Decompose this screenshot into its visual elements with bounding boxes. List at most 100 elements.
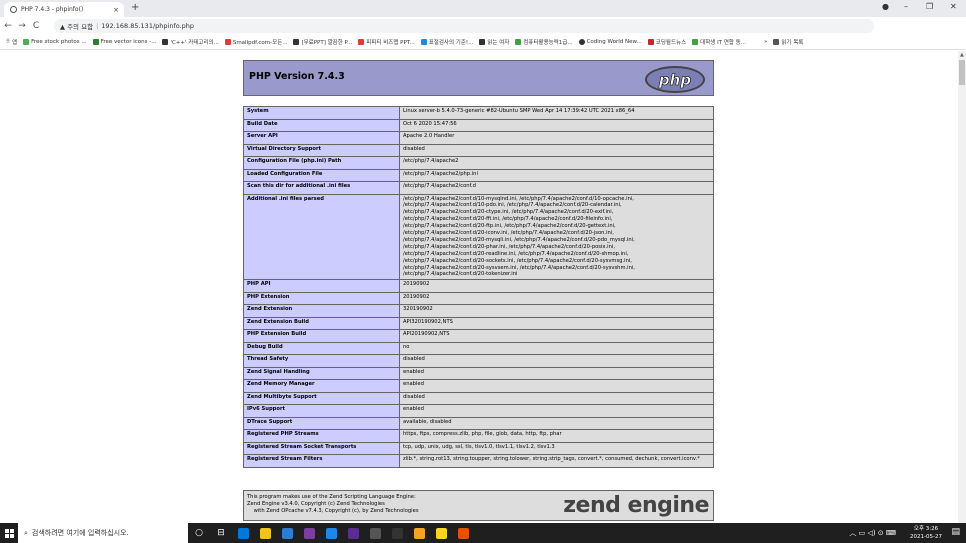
security-warning[interactable]: ▲ 주의 요함 [60, 21, 93, 31]
bookmark-item[interactable]: [무료PPT] 깔끔한 P... [293, 38, 352, 46]
setting-value: 20190902 [399, 291, 714, 306]
setting-name: PHP Extension Build [243, 329, 400, 343]
table-row: Zend Extension Build API320190902,NTS [243, 316, 714, 331]
system-tray-icons[interactable]: ︿ ▭ ◁) ⊙ ⌨ [849, 528, 896, 538]
setting-name: Registered Stream Filters [243, 454, 400, 468]
back-icon[interactable]: ← [2, 21, 14, 31]
bookmark-item[interactable]: 코딩월드뉴스 [647, 38, 686, 46]
bookmark-favicon-icon [358, 39, 365, 45]
bookmark-favicon-icon [224, 39, 231, 45]
reading-list-icon [773, 39, 780, 45]
scroll-thumb[interactable] [959, 60, 965, 85]
notification-icon[interactable]: ▤ [951, 527, 960, 537]
tab-phpinfo[interactable]: PHP 7.4.3 - phpinfo() × [4, 2, 124, 17]
setting-name: Zend Multibyte Support [243, 391, 400, 406]
taskbar-app-icon[interactable] [298, 523, 320, 543]
profile-icon[interactable]: ● [882, 2, 889, 11]
setting-value: 320190902 [399, 304, 714, 318]
globe-icon [10, 6, 17, 13]
bookmark-item[interactable]: 읽는 여자 [479, 38, 509, 46]
setting-value: https, ftps, compress.zlib, php, file, g… [399, 429, 714, 443]
setting-name: Additional .ini files parsed [243, 193, 400, 281]
clock[interactable]: 오후 3:26 2021-05-27 [910, 525, 942, 541]
setting-value: disabled [399, 354, 714, 368]
reload-icon[interactable]: C [30, 21, 42, 31]
zend-engine-text: This program makes use of the Zend Scrip… [247, 494, 419, 514]
bookmark-item[interactable]: 'C++' 카테고리의... [162, 38, 219, 46]
cortana-icon[interactable]: ○ [188, 523, 210, 543]
scroll-up-icon[interactable]: ▲ [960, 52, 964, 58]
zend-engine-box: This program makes use of the Zend Scrip… [243, 490, 714, 521]
taskbar-app-icon[interactable] [320, 523, 342, 543]
bookmark-favicon-icon [420, 39, 427, 45]
app-icon [435, 527, 447, 539]
bookmark-item[interactable]: 대학생 IT 연합 동... [692, 38, 746, 46]
bookmark-item[interactable]: 표절검사의 기준!... [420, 38, 473, 46]
forward-icon[interactable]: → [16, 21, 28, 31]
setting-value: disabled [399, 143, 714, 157]
taskbar-app-icon[interactable] [430, 523, 452, 543]
bookmark-item[interactable]: Free vector icons -... [92, 39, 156, 45]
search-placeholder: 검색하려면 여기에 입력하십시오. [31, 529, 129, 537]
table-row: PHP API 20190902 [243, 279, 714, 293]
table-row: Virtual Directory Support disabled [243, 143, 714, 157]
app-icon [325, 527, 337, 539]
setting-name: Loaded Configuration File [243, 168, 400, 182]
setting-value: /etc/php/7.4/apache2/conf.d/10-mysqlnd.i… [399, 193, 714, 281]
bookmark-favicon-icon [162, 39, 169, 45]
url-separator: | [96, 22, 99, 30]
setting-name: Scan this dir for additional .ini files [243, 181, 400, 195]
minimize-button[interactable]: – [904, 2, 908, 11]
bookmark-item[interactable]: Smallpdf.com-모든... [224, 38, 287, 46]
setting-name: Configuration File (php.ini) Path [243, 156, 400, 170]
url-text[interactable]: 192.168.85.131/phpinfo.php [101, 22, 194, 30]
setting-value: /etc/php/7.4/apache2/php.ini [399, 168, 714, 182]
table-row: PHP Extension Build API20190902,NTS [243, 329, 714, 343]
clock-time: 오후 3:26 [913, 526, 939, 532]
setting-name: Zend Extension [243, 304, 400, 318]
table-row: Additional .ini files parsed/etc/php/7.4… [243, 193, 714, 281]
table-row: Scan this dir for additional .ini files /… [243, 181, 714, 195]
close-window-button[interactable]: ✕ [950, 2, 957, 11]
search-icon: ⌕ [24, 528, 28, 537]
vertical-scrollbar[interactable]: ▲ [958, 51, 966, 523]
setting-name: DTrace Support [243, 416, 400, 431]
reading-list-button[interactable]: 읽기 목록 [773, 38, 803, 46]
setting-name: Zend Signal Handling [243, 366, 400, 381]
setting-name: Build Date [243, 118, 400, 132]
task-view-icon[interactable]: ⊟ [210, 523, 232, 543]
tab-strip: PHP 7.4.3 - phpinfo() × + ● – ❐ ✕ [0, 0, 966, 17]
phpinfo-table: System Linux server-b 5.4.0-73-generic #8… [243, 106, 714, 468]
address-bar[interactable]: ▲ 주의 요함 | 192.168.85.131/phpinfo.php [54, 19, 874, 33]
bookmark-item[interactable]: 피피티 비즈맵 PPT... [358, 38, 415, 46]
bookmark-item[interactable]: Free stock photos ... [23, 39, 87, 45]
taskbar-app-icon[interactable] [254, 523, 276, 543]
tab-close-icon[interactable]: × [113, 6, 124, 14]
setting-value: no [399, 341, 714, 356]
setting-value: API320190902,NTS [399, 316, 714, 331]
taskbar-search-input[interactable]: ⌕ 검색하려면 여기에 입력하십시오. [18, 523, 188, 543]
table-row: Registered Stream Socket Transports tcp, … [243, 441, 714, 456]
new-tab-button[interactable]: + [131, 2, 139, 13]
bookmark-item[interactable]: Coding World New... [578, 39, 642, 45]
taskbar-app-icon[interactable] [408, 523, 430, 543]
bookmarks-more-button[interactable]: » [764, 39, 767, 45]
table-row: Debug Build no [243, 341, 714, 356]
app-icon [391, 527, 403, 539]
start-button[interactable] [0, 523, 18, 543]
setting-name: Virtual Directory Support [243, 143, 400, 157]
taskbar-app-icon[interactable] [276, 523, 298, 543]
setting-name: PHP Extension [243, 291, 400, 306]
taskbar-app-icon[interactable] [232, 523, 254, 543]
maximize-button[interactable]: ❐ [926, 2, 933, 11]
bookmark-item[interactable]: 컴퓨터활용능력1급... [515, 38, 573, 46]
setting-value: enabled [399, 404, 714, 418]
php-logo: php [645, 66, 705, 93]
setting-name: Server API [243, 131, 400, 145]
bookmark-apps[interactable]: ⠿ 앱 [6, 38, 17, 46]
taskbar-app-icon[interactable] [364, 523, 386, 543]
taskbar-app-icon[interactable] [452, 523, 474, 543]
table-row: Zend Signal Handling enabled [243, 366, 714, 381]
taskbar-app-icon[interactable] [342, 523, 364, 543]
taskbar-app-icon[interactable] [386, 523, 408, 543]
